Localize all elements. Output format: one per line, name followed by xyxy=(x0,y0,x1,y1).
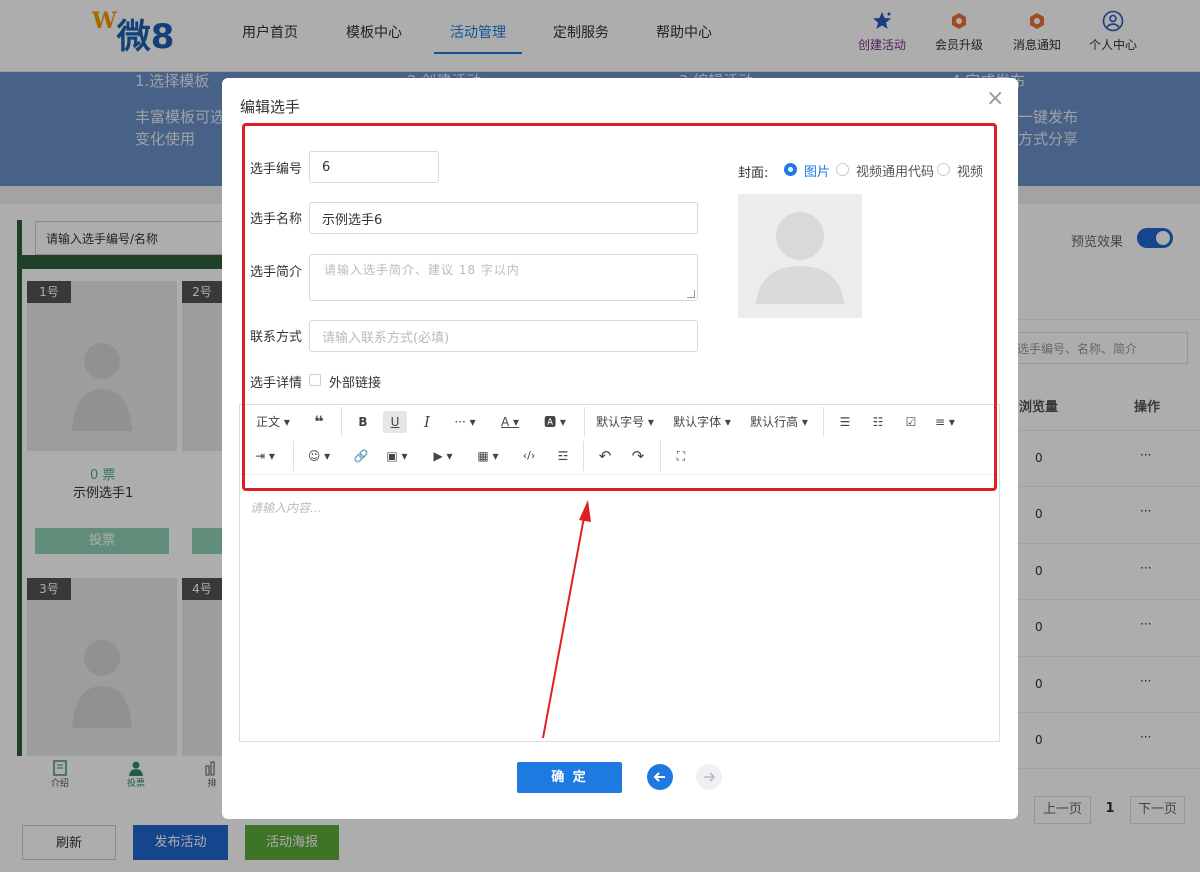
annotation-arrow xyxy=(542,500,591,739)
